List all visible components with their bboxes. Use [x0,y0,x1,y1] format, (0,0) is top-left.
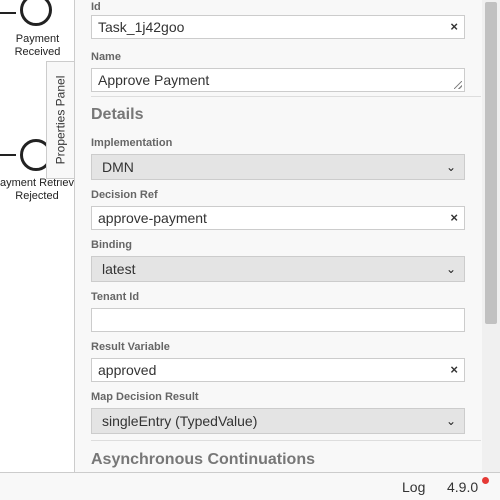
result-variable-input[interactable]: approved × [91,358,465,382]
tenant-id-input[interactable] [91,308,465,332]
binding-value: latest [102,261,136,277]
implementation-select[interactable]: DMN ⌄ [91,154,465,180]
implementation-value: DMN [102,159,134,175]
result-variable-value: approved [98,362,157,378]
binding-label: Binding [91,239,132,251]
event-label: ayment Retriev Rejected [0,177,74,202]
implementation-field-group: Implementation DMN ⌄ [91,136,465,180]
id-label: Id [91,1,101,13]
sequence-flow[interactable] [0,154,16,156]
decision-ref-field-group: Decision Ref approve-payment × [91,188,465,230]
async-continuations-section-title: Asynchronous Continuations [91,451,315,468]
panel-scrollbar-track[interactable] [482,0,500,472]
panel-scrollbar-thumb[interactable] [485,2,497,324]
binding-select[interactable]: latest ⌄ [91,256,465,282]
details-section-title: Details [91,106,144,123]
resize-grip-icon[interactable] [454,81,462,89]
name-label: Name [91,51,121,63]
chevron-down-icon: ⌄ [445,262,456,276]
name-field-group: Name Approve Payment [91,50,465,92]
map-decision-result-value: singleEntry (TypedValue) [102,413,258,429]
name-textarea[interactable]: Approve Payment [91,68,465,92]
version-label[interactable]: 4.9.0 [447,479,478,495]
implementation-label: Implementation [91,137,173,149]
name-value: Approve Payment [98,72,210,88]
chevron-down-icon: ⌄ [445,414,456,428]
result-variable-field-group: Result Variable approved × [91,340,465,382]
clear-result-variable-icon[interactable]: × [450,359,458,381]
decision-ref-label: Decision Ref [91,189,158,201]
id-input[interactable]: Task_1j42goo × [91,15,465,39]
decision-ref-input[interactable]: approve-payment × [91,206,465,230]
map-decision-result-label: Map Decision Result [91,391,199,403]
log-button[interactable]: Log [402,479,425,495]
status-bar: Log 4.9.0 [0,472,500,500]
id-value: Task_1j42goo [98,19,185,35]
event-label: Payment Received [14,33,61,58]
chevron-down-icon: ⌄ [445,160,456,174]
properties-panel: Id Task_1j42goo × Name Approve Payment D… [74,0,500,472]
sequence-flow[interactable] [0,12,16,14]
decision-ref-value: approve-payment [98,210,207,226]
properties-panel-toggle-label: Properties Panel [53,75,68,165]
result-variable-label: Result Variable [91,341,170,353]
id-field-group: Id Task_1j42goo × [91,0,465,39]
map-decision-result-select[interactable]: singleEntry (TypedValue) ⌄ [91,408,465,434]
divider [91,96,481,97]
divider [91,440,481,441]
end-event-payment-received[interactable] [20,0,52,26]
notification-dot-icon [482,477,489,484]
clear-id-icon[interactable]: × [450,16,458,38]
binding-field-group: Binding latest ⌄ [91,238,465,282]
map-decision-result-field-group: Map Decision Result singleEntry (TypedVa… [91,390,465,434]
tenant-id-label: Tenant Id [91,291,140,303]
properties-panel-toggle[interactable]: Properties Panel [46,61,74,179]
clear-decision-ref-icon[interactable]: × [450,207,458,229]
tenant-id-field-group: Tenant Id [91,290,465,332]
